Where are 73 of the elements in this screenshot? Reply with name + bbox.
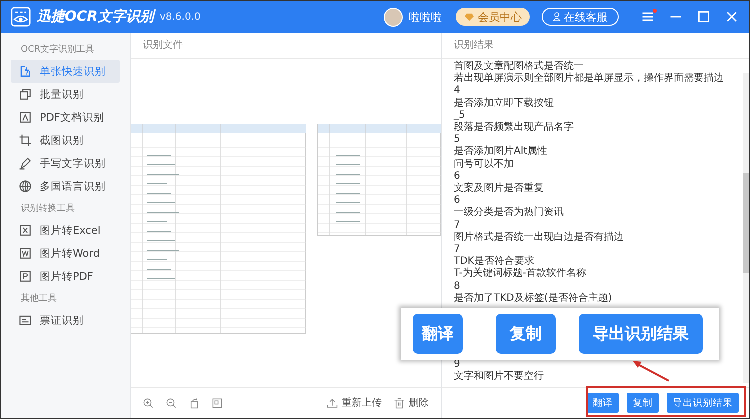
- panel-title: 识别结果: [442, 33, 749, 59]
- lightning-doc-icon: [19, 65, 32, 78]
- app-title: 迅捷OCR文字识别: [37, 8, 154, 26]
- result-text-line: TDK是否符合要求: [454, 256, 534, 268]
- rotate-icon[interactable]: [189, 398, 200, 408]
- section-heading: 其他工具: [20, 292, 58, 306]
- result-text-line: 是否加了TKD及标签(是否符合主题): [454, 292, 612, 306]
- word-file-icon: [19, 247, 32, 260]
- avatar-silhouette[interactable]: [384, 8, 403, 26]
- enlarged-action-button[interactable]: 复制: [496, 314, 556, 354]
- action-button[interactable]: 翻译: [587, 393, 619, 413]
- online-service-button[interactable]: 在线客服: [542, 8, 619, 26]
- result-text-line: 6: [454, 195, 460, 208]
- result-text-line: 是否添加图片Alt属性: [454, 146, 548, 158]
- pdf-file-icon: [19, 111, 32, 124]
- id-card-icon: [19, 314, 32, 327]
- version-label: v8.6.0.0: [160, 12, 201, 22]
- sidebar-item[interactable]: 手写文字识别: [11, 152, 120, 175]
- section-heading: OCR文字识别工具: [20, 44, 96, 57]
- sidebar-item[interactable]: 批量识别: [11, 83, 120, 106]
- user-name[interactable]: 啦啦啦: [409, 10, 442, 24]
- pdf-letter-icon: [19, 270, 32, 283]
- person-icon: [553, 12, 561, 22]
- trash-icon: [394, 398, 405, 408]
- sidebar-item[interactable]: 图片转Word: [11, 242, 120, 265]
- sidebar-item[interactable]: 图片转PDF: [11, 265, 120, 288]
- result-text-line: 是否添加立即下载按钮: [454, 98, 554, 110]
- eye-logo-icon: [11, 7, 31, 27]
- result-text-line: 首图及文章配图格式是否统一: [454, 61, 584, 72]
- result-text-line: 8: [454, 280, 460, 293]
- stacked-squares-icon: [19, 88, 32, 101]
- zoom-in-icon[interactable]: [143, 398, 154, 408]
- sidebar-item[interactable]: 图片转Excel: [11, 219, 120, 242]
- sidebar-item[interactable]: PDF文档识别: [11, 106, 120, 129]
- sidebar-item[interactable]: 票证识别: [11, 309, 120, 332]
- excel-file-icon: [19, 224, 32, 237]
- reupload-button[interactable]: 重新上传: [327, 396, 382, 410]
- globe-icon: [19, 180, 32, 193]
- pen-icon: [19, 157, 32, 170]
- result-text-line: 6: [454, 170, 460, 182]
- result-text-line: 5: [454, 134, 460, 146]
- zoom-out-icon[interactable]: [166, 398, 177, 408]
- action-button[interactable]: 复制: [627, 393, 659, 413]
- action-button[interactable]: 导出识别结果: [667, 393, 739, 413]
- fit-screen-icon[interactable]: [212, 398, 223, 408]
- result-text-line: T-为关键词标题-首款软件名称: [454, 268, 586, 281]
- enlarged-action-button[interactable]: 翻译: [413, 314, 463, 354]
- result-text-line: 问号可以不加: [454, 158, 514, 171]
- result-text-line: 4: [454, 85, 460, 98]
- delete-button[interactable]: 删除: [394, 396, 429, 410]
- result-text-line: 文字和图片不要空行: [454, 371, 544, 384]
- annotation-arrow: [631, 359, 671, 383]
- close-icon[interactable]: [725, 10, 739, 24]
- result-text-line: 一级分类是否为热门资讯: [454, 207, 564, 220]
- diamond-icon: [464, 12, 475, 22]
- result-text-line: 7: [454, 244, 460, 256]
- result-text-line: 7: [454, 220, 460, 232]
- result-text-line: 若出现单屏演示则全部图片都是单屏显示，操作界面需要描边: [454, 73, 724, 86]
- sidebar-item[interactable]: 多国语言识别: [11, 175, 120, 198]
- menu-icon[interactable]: [641, 10, 655, 24]
- maximize-icon[interactable]: [697, 10, 711, 24]
- enlarged-action-button[interactable]: 导出识别结果: [579, 314, 703, 354]
- result-text-line: 图片格式是否统一出现白边是否有描边: [454, 232, 624, 244]
- panel-title: 识别文件: [131, 33, 441, 59]
- result-text-line: 段落是否频繁出现产品名字: [454, 122, 574, 134]
- sidebar-item[interactable]: 截图识别: [11, 129, 120, 152]
- section-heading: 识别转换工具: [20, 202, 76, 216]
- crop-icon: [19, 134, 32, 147]
- result-text-line: _5: [454, 110, 466, 122]
- upload-icon: [327, 398, 338, 408]
- result-text-line: 文案及图片是否重复: [454, 183, 544, 196]
- result-text-line: 9: [454, 359, 460, 370]
- scrollbar[interactable]: [743, 73, 749, 383]
